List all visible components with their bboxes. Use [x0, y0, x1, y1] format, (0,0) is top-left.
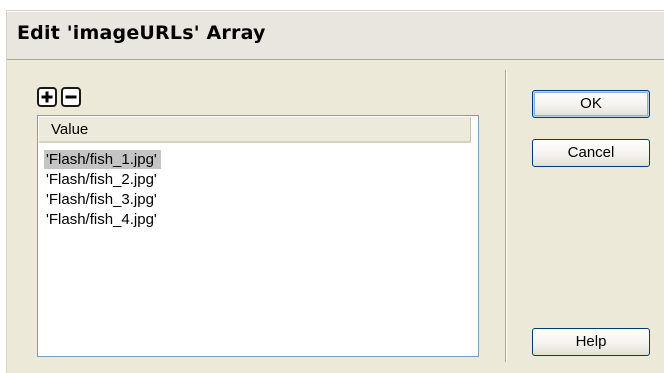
dialog-title: Edit 'imageURLs' Array: [17, 22, 266, 44]
vertical-divider: [505, 70, 506, 362]
title-bar[interactable]: Edit 'imageURLs' Array: [7, 11, 664, 60]
plus-icon: [41, 91, 53, 103]
list-item-text: 'Flash/fish_1.jpg': [44, 150, 161, 169]
list-item[interactable]: 'Flash/fish_2.jpg': [44, 170, 464, 190]
list-item-text: 'Flash/fish_4.jpg': [46, 211, 157, 228]
column-header-label: Value: [51, 121, 89, 138]
edit-array-dialog: Edit 'imageURLs' Array Value 'Flash/fish…: [6, 10, 664, 373]
value-list[interactable]: Value 'Flash/fish_1.jpg' 'Flash/fish_2.j…: [37, 115, 479, 357]
list-item-text: 'Flash/fish_2.jpg': [46, 171, 157, 188]
list-column-header[interactable]: Value: [39, 117, 471, 143]
dialog-body: Value 'Flash/fish_1.jpg' 'Flash/fish_2.j…: [7, 60, 664, 373]
cancel-button[interactable]: Cancel: [532, 139, 650, 167]
add-item-button[interactable]: [37, 87, 57, 107]
list-items: 'Flash/fish_1.jpg' 'Flash/fish_2.jpg' 'F…: [44, 150, 464, 230]
list-item[interactable]: 'Flash/fish_1.jpg': [44, 150, 464, 170]
list-item[interactable]: 'Flash/fish_3.jpg': [44, 190, 464, 210]
list-item-text: 'Flash/fish_3.jpg': [46, 191, 157, 208]
ok-button[interactable]: OK: [532, 90, 650, 118]
list-item[interactable]: 'Flash/fish_4.jpg': [44, 210, 464, 230]
help-button[interactable]: Help: [532, 328, 650, 356]
minus-icon: [65, 95, 77, 99]
remove-item-button[interactable]: [61, 87, 81, 107]
